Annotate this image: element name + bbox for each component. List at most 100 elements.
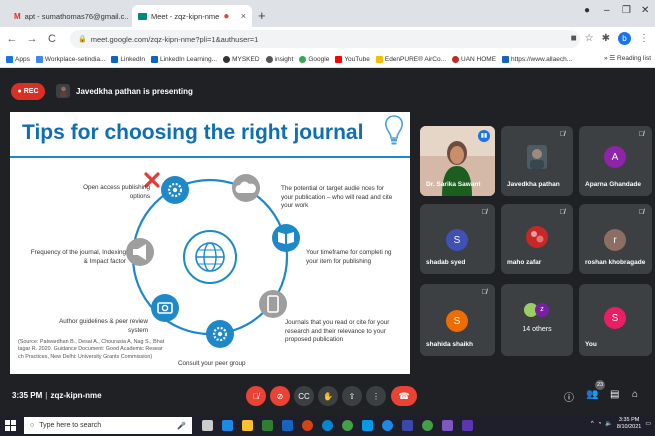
extensions-icon[interactable]: ✱ — [602, 33, 610, 44]
participant-name: roshan khobragade — [585, 259, 646, 266]
profile-avatar[interactable]: b — [618, 32, 631, 45]
label-frequency: Frequency of the journal, Indexing & Imp… — [30, 249, 126, 265]
reload-icon[interactable]: C — [44, 33, 60, 45]
participant-tile[interactable]: 🎙̸ Javedkha pathan — [501, 126, 573, 196]
chat-icon[interactable]: ▤ — [610, 389, 619, 400]
avatar: S — [446, 229, 468, 251]
volume-icon[interactable]: 🔈 — [605, 420, 612, 427]
participant-tile[interactable]: 🎙̸ r roshan khobragade — [579, 204, 652, 274]
raise-hand-button[interactable]: ✋ — [318, 386, 338, 406]
label-author-guidelines: Author guidelines & peer review system — [59, 318, 148, 334]
link-icon — [502, 55, 510, 63]
taskbar-clock[interactable]: 3:35 PM 8/10/2021 — [617, 417, 641, 430]
participant-tile-others[interactable]: z 14 others — [501, 284, 573, 356]
address-bar-row: ← → C 🔒 meet.google.com/zqz-kipn-nme?pli… — [0, 27, 655, 51]
end-call-button[interactable]: ☎ — [391, 386, 417, 406]
menu-icon[interactable]: ⋮ — [639, 33, 649, 44]
settings-icon — [206, 320, 234, 348]
avatar: A — [604, 146, 626, 168]
url-field[interactable]: 🔒 meet.google.com/zqz-kipn-nme?pli=1&aut… — [70, 30, 580, 48]
mic-off-icon: 🎙̸ — [559, 131, 565, 138]
taskbar: ○ Type here to search 🎤 ^ ◔ 🔈 3:35 PM 8/… — [0, 415, 655, 436]
present-button[interactable]: ⇧ — [342, 386, 362, 406]
bookmark-insight[interactable]: insight — [265, 55, 293, 63]
tablet-icon — [259, 290, 287, 318]
clock-time: 3:35 PM — [618, 417, 640, 423]
meeting-details-icon[interactable]: ⓘ — [564, 389, 574, 404]
outlook-icon[interactable] — [222, 420, 233, 431]
tray-overflow-icon[interactable]: ^ — [591, 421, 594, 427]
participant-name: maho zafar — [507, 259, 542, 266]
star-icon[interactable]: ☆ — [585, 33, 594, 44]
edge-icon[interactable] — [322, 420, 333, 431]
bookmark-linkedin-learning[interactable]: LinkedIn Learning... — [150, 55, 217, 63]
activities-icon[interactable]: ⌂ — [632, 389, 638, 400]
youtube-icon — [335, 55, 343, 63]
close-tab-icon[interactable]: × — [241, 11, 246, 21]
chrome-icon[interactable] — [342, 420, 353, 431]
bookmark-uan-home[interactable]: UAN HOME — [452, 55, 496, 63]
tab-gmail[interactable]: M apt - sumathomas76@gmail.c... × — [8, 5, 128, 27]
insight-icon — [265, 55, 273, 63]
google-icon — [299, 55, 307, 63]
avatar: r — [604, 229, 626, 251]
camera-icon[interactable]: ■ — [571, 33, 577, 44]
linkedin-icon — [111, 55, 119, 63]
more-options-button[interactable]: ⋮ — [366, 386, 386, 406]
bookmark-google[interactable]: Google — [299, 55, 329, 63]
participant-tile-self[interactable]: S You — [579, 284, 652, 356]
bookmark-youtube[interactable]: YouTube — [335, 55, 370, 63]
tab-title: apt - sumathomas76@gmail.c... — [24, 11, 128, 21]
task-view-icon[interactable] — [202, 420, 213, 431]
file-explorer-icon[interactable] — [242, 420, 253, 431]
label-potential-audience: The potential or target audie nces for y… — [281, 185, 393, 209]
forward-icon[interactable]: → — [24, 33, 40, 45]
taskbar-search[interactable]: ○ Type here to search 🎤 — [24, 417, 192, 434]
participant-name: Dr. Sarika Sawant — [426, 181, 481, 188]
tab-meet[interactable]: Meet - zqz-kipn-nme ● × — [132, 5, 252, 27]
tab-search-icon[interactable]: ● — [584, 5, 590, 16]
bookmark-linkedin[interactable]: LinkedIn — [111, 55, 145, 63]
firefox-icon[interactable] — [302, 420, 313, 431]
bookmark-allaech[interactable]: https://www.allaech... — [502, 55, 572, 63]
app-icon[interactable] — [442, 420, 453, 431]
close-window-icon[interactable]: ✕ — [641, 5, 649, 16]
presenter-banner: Javedkha pathan is presenting — [56, 82, 193, 100]
bookmark-edenpure[interactable]: EdenPURE® AirCo... — [375, 55, 446, 63]
captions-button[interactable]: CC — [294, 386, 314, 406]
app-icon[interactable] — [462, 420, 473, 431]
participant-tile[interactable]: 🎙̸ A Aparna Ghandade — [579, 126, 652, 196]
mic-toggle-button[interactable]: 🎙̸ — [246, 386, 266, 406]
app-icon[interactable] — [402, 420, 413, 431]
mic-off-icon: 🎙̸ — [481, 289, 487, 296]
participant-tile[interactable]: 🎙̸ S shahida shaikh — [420, 284, 495, 356]
new-tab-button[interactable]: + — [258, 8, 266, 23]
bookmark-apps[interactable]: Apps — [6, 55, 30, 63]
windows-start-icon[interactable] — [5, 420, 19, 431]
skype-icon[interactable] — [382, 420, 393, 431]
back-icon[interactable]: ← — [4, 33, 20, 45]
participant-tile[interactable]: 🎙̸ S shadab syed — [420, 204, 495, 274]
recording-badge: ● REC — [11, 83, 45, 100]
word-icon[interactable] — [282, 420, 293, 431]
maximize-icon[interactable]: ❐ — [622, 5, 631, 16]
network-icon[interactable]: ◔ — [598, 421, 602, 427]
avatar: S — [446, 310, 468, 332]
minimize-icon[interactable]: – — [604, 5, 610, 16]
microphone-icon[interactable]: 🎤 — [177, 422, 186, 430]
bookmark-workplace[interactable]: Workplace-setindia... — [35, 55, 105, 63]
others-count: 14 others — [522, 326, 552, 333]
reading-list-button[interactable]: » ☰ Reading list — [599, 54, 651, 62]
bookmark-mysked[interactable]: MYSKED — [223, 55, 260, 63]
app-icon[interactable] — [362, 420, 373, 431]
camera-toggle-button[interactable]: ⊘ — [270, 386, 290, 406]
people-icon[interactable]: 👥 — [586, 389, 598, 400]
rec-dot-icon: ● — [17, 88, 22, 95]
participant-tile[interactable]: 🎙̸ maho zafar — [501, 204, 573, 274]
participant-tile[interactable]: ▮▮ Dr. Sarika Sawant — [420, 126, 495, 196]
meet-icon — [138, 12, 147, 20]
participant-name: You — [585, 341, 597, 348]
notifications-icon[interactable]: ▭ — [645, 420, 651, 427]
excel-icon[interactable] — [262, 420, 273, 431]
whatsapp-icon[interactable] — [422, 420, 433, 431]
